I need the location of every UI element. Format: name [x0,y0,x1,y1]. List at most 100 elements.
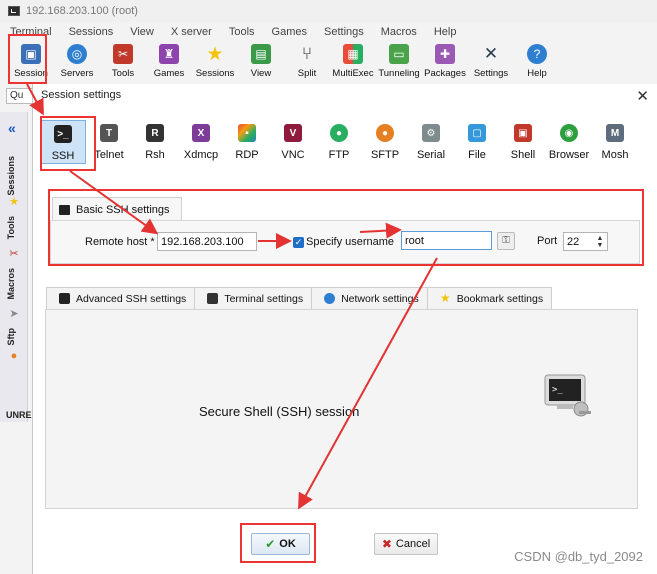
username-input[interactable] [401,231,492,250]
session-type-bar: >_ SSH T Telnet R Rsh X Xdmcp ▪ RDP V VN… [40,120,638,170]
xdmcp-icon: X [192,124,210,142]
session-description: Secure Shell (SSH) session [199,404,360,419]
session-type-sftp[interactable]: ● SFTP [362,120,408,170]
packages-icon: ✚ [435,44,455,64]
menu-help[interactable]: Help [434,26,457,38]
tools-icon: ✂ [9,248,19,260]
remote-host-label: Remote host * [85,236,155,248]
user-manager-button[interactable]: ⚿ [497,232,515,250]
toolbar-tunneling-button[interactable]: ▭ Tunneling [376,42,422,79]
sftp-icon: ● [376,124,394,142]
sidebar-tab-sessions[interactable]: Sessions [6,156,16,196]
sidebar-tab-tools[interactable]: Tools [6,216,16,239]
session-type-rdp[interactable]: ▪ RDP [224,120,270,170]
remote-host-input[interactable] [157,232,257,251]
menu-terminal[interactable]: Terminal [10,26,52,38]
menu-tools[interactable]: Tools [229,26,255,38]
toolbar-sessions-button[interactable]: ★ Sessions [192,42,238,80]
chevron-up-icon[interactable]: ▲ [597,235,604,242]
tab-network-settings[interactable]: Network settings [311,287,428,309]
session-icon: ▣ [21,44,41,64]
split-icon: ⑂ [301,44,313,63]
file-icon: ▢ [468,124,486,142]
session-type-serial[interactable]: ⚙ Serial [408,120,454,170]
session-type-vnc[interactable]: V VNC [270,120,316,170]
games-icon: ♜ [159,44,179,64]
collapse-icon[interactable]: « [8,120,16,136]
telnet-icon: T [100,124,118,142]
status-text: UNRE [6,410,32,420]
menu-x-server[interactable]: X server [171,26,212,38]
session-type-rsh[interactable]: R Rsh [132,120,178,170]
session-type-file[interactable]: ▢ File [454,120,500,170]
tab-bookmark-settings[interactable]: ★ Bookmark settings [426,287,553,309]
star-icon: ★ [439,291,451,305]
monitor-icon [207,293,219,304]
sidebar-tab-macros[interactable]: Macros [6,268,16,300]
tab-advanced-ssh-settings[interactable]: Advanced SSH settings [46,287,196,309]
cancel-button[interactable]: ✖ Cancel [374,533,438,555]
svg-text:>_: >_ [552,385,563,395]
window-title: 192.168.203.100 (root) [26,5,138,17]
toolbar-view-button[interactable]: ▤ View [238,42,284,79]
help-icon: ? [527,44,547,64]
rsh-icon: R [146,124,164,142]
ssh-icon: >_ [54,125,72,143]
sidebar-tab-sftp[interactable]: Sftp [6,328,16,346]
window-title-bar: 192.168.203.100 (root) [0,0,657,22]
star-icon: ★ [9,196,19,208]
session-type-mosh[interactable]: M Mosh [592,120,638,170]
tab-terminal-settings[interactable]: Terminal settings [194,287,313,309]
main-toolbar: ▣ Session ◎ Servers ✂ Tools ♜ Games ★ Se… [0,42,657,86]
toolbar-session-button[interactable]: ▣ Session [8,42,54,79]
toolbar-servers-button[interactable]: ◎ Servers [54,42,100,79]
dialog-title: Session settings [41,89,122,101]
session-type-shell[interactable]: ▣ Shell [500,120,546,170]
session-type-ftp[interactable]: ● FTP [316,120,362,170]
multiexec-icon: ▦ [343,44,363,64]
menu-settings[interactable]: Settings [324,26,364,38]
specify-username-checkbox[interactable]: ✓ [293,237,304,248]
toolbar-settings-button[interactable]: ✕ Settings [468,42,514,79]
servers-icon: ◎ [67,44,87,64]
mosh-icon: M [606,124,624,142]
view-icon: ▤ [251,44,271,64]
shell-icon: ▣ [514,124,532,142]
ftp-icon: ● [330,124,348,142]
star-icon: ★ [206,43,224,65]
tools-icon: ✂ [113,44,133,64]
tunneling-icon: ▭ [389,44,409,64]
session-type-browser[interactable]: ◉ Browser [546,120,592,170]
session-type-ssh[interactable]: >_ SSH [40,120,86,164]
session-type-telnet[interactable]: T Telnet [86,120,132,170]
left-sidebar: « Sessions ★ Tools ✂ Macros ➤ Sftp ● [0,112,28,422]
serial-icon: ⚙ [422,124,440,142]
terminal-small-icon [59,293,70,304]
tab-basic-ssh-settings[interactable]: Basic SSH settings [52,197,182,221]
close-icon[interactable]: ✕ [636,87,649,105]
chevron-down-icon[interactable]: ▼ [597,242,604,249]
menu-bar: Terminal Sessions View X server Tools Ga… [0,24,657,40]
settings-tabs: Advanced SSH settings Terminal settings … [46,287,553,309]
toolbar-multiexec-button[interactable]: ▦ MultiExec [330,42,376,79]
ok-button[interactable]: ✔ OK [251,533,310,555]
toolbar-games-button[interactable]: ♜ Games [146,42,192,79]
app-root: 192.168.203.100 (root) Terminal Sessions… [0,0,657,574]
vnc-icon: V [284,124,302,142]
cancel-icon: ✖ [381,537,392,551]
menu-games[interactable]: Games [272,26,307,38]
macro-icon: ➤ [9,308,19,320]
toolbar-split-button[interactable]: ⑂ Split [284,42,330,79]
toolbar-tools-button[interactable]: ✂ Tools [100,42,146,79]
toolbar-help-button[interactable]: ? Help [514,42,560,79]
port-stepper[interactable]: ▲ ▼ [594,233,606,250]
menu-sessions[interactable]: Sessions [69,26,114,38]
watermark: CSDN @db_tyd_2092 [514,549,643,564]
sftp-icon: ● [10,350,18,362]
menu-view[interactable]: View [130,26,154,38]
dialog-title-bar: Session settings [33,84,657,106]
menu-macros[interactable]: Macros [381,26,417,38]
port-label: Port [537,235,558,247]
session-type-xdmcp[interactable]: X Xdmcp [178,120,224,170]
toolbar-packages-button[interactable]: ✚ Packages [422,42,468,79]
